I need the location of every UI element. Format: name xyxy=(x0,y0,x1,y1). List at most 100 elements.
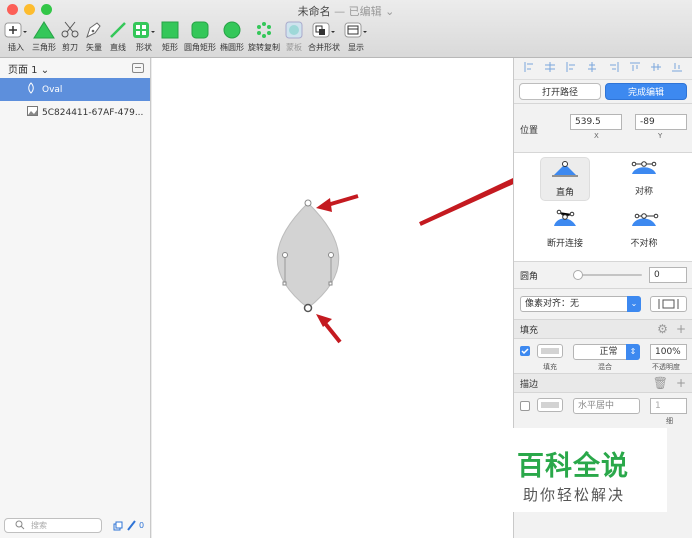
align-top-icon[interactable] xyxy=(629,62,640,75)
combine-shapes-tool[interactable]: 合并形状 xyxy=(308,20,340,56)
pen-icon xyxy=(84,20,104,40)
toolbar: 未命名 — 已编辑 ⌄ 插入 三角形 剪刀 矢量 直线 形状 矩形 圆角矩形 椭… xyxy=(0,0,692,58)
point-disconnected-icon xyxy=(550,209,580,234)
corner-slider-knob[interactable] xyxy=(573,270,583,280)
slice-brush-icon[interactable] xyxy=(126,520,136,534)
layers-sidebar: 页面 1 ⌄ Oval 5C824411-67AF-479... 搜索 0 xyxy=(0,58,151,538)
point-asymmetric[interactable]: 不对称 xyxy=(619,209,669,253)
blend-select[interactable]: 正常 ⇕ xyxy=(573,344,640,360)
x-field[interactable]: 539.5 xyxy=(570,114,622,130)
canvas-drawing xyxy=(276,174,523,344)
mask-icon xyxy=(284,20,304,40)
opacity-field[interactable]: 100% xyxy=(650,344,687,360)
pixel-align-row: 像素对齐：无 ⌄ xyxy=(514,289,692,319)
fill-header: 填充 ⚙ + xyxy=(514,319,692,339)
fill-checkbox[interactable] xyxy=(520,346,530,356)
align-bottom-icon[interactable] xyxy=(672,62,683,75)
page-selector[interactable]: 页面 1 ⌄ xyxy=(0,58,150,78)
plus-icon xyxy=(4,20,28,40)
point-straight[interactable]: 直角 xyxy=(540,157,590,201)
border-color-swatch[interactable] xyxy=(537,398,563,412)
triangle-icon xyxy=(33,20,55,40)
vector-tool[interactable]: 矢量 xyxy=(84,20,104,56)
corner-field[interactable]: 0 xyxy=(649,267,687,283)
point-disconnected[interactable]: 断开连接 xyxy=(540,209,590,253)
search-input[interactable]: 搜索 xyxy=(4,518,102,533)
shapes-tool[interactable]: 形状 xyxy=(132,20,156,56)
chevron-down-icon: ⌄ xyxy=(627,296,641,312)
shapes-icon xyxy=(132,20,156,40)
watermark-subtitle: 助你轻松解决 xyxy=(523,486,626,504)
resize-icon xyxy=(658,299,679,309)
line-tool[interactable]: 直线 xyxy=(108,20,128,56)
path-edit-buttons: 打开路径 完成编辑 xyxy=(514,80,692,103)
window-title: 未命名 — 已编辑 ⌄ xyxy=(297,5,395,18)
triangle-tool[interactable]: 三角形 xyxy=(32,20,56,56)
border-checkbox[interactable] xyxy=(520,401,530,411)
pixel-align-select[interactable]: 像素对齐：无 ⌄ xyxy=(520,296,641,312)
align-vcenter-icon[interactable] xyxy=(651,62,662,75)
resize-button[interactable] xyxy=(650,296,687,312)
border-header: 描边 🗑 + xyxy=(514,373,692,393)
point-type-section: 直角 对称 断开连接 不对称 xyxy=(514,153,692,261)
layer-row-oval[interactable]: Oval xyxy=(0,78,150,101)
y-caption: Y xyxy=(658,132,663,140)
align-right-icon[interactable] xyxy=(609,62,619,75)
fill-row: 正常 ⇕ 100% 填充 混合 不透明度 xyxy=(514,339,692,373)
oval-tool[interactable]: 椭圆形 xyxy=(220,20,244,56)
position-section: 位置 539.5 -89 X Y xyxy=(514,104,692,152)
add-border-icon[interactable]: + xyxy=(676,376,686,390)
rectangle-tool[interactable]: 矩形 xyxy=(160,20,180,56)
rotate-copy-tool[interactable]: 旋转复制 xyxy=(248,20,280,56)
corner-label: 圆角 xyxy=(520,272,539,282)
insert-tool[interactable]: 插入 xyxy=(4,20,28,56)
combine-icon xyxy=(312,20,336,40)
border-row: 水平居中 1 细 xyxy=(514,393,692,427)
point-straight-icon xyxy=(550,161,580,183)
corner-radius-row: 圆角 0 xyxy=(514,262,692,288)
align-left-edge-icon[interactable] xyxy=(566,62,576,75)
border-width-field[interactable]: 1 xyxy=(650,398,687,414)
watermark: 百科全说 助你轻松解决 xyxy=(513,428,667,512)
rounded-rectangle-icon xyxy=(190,20,210,40)
alignment-bar xyxy=(514,58,692,80)
point-mirrored[interactable]: 对称 xyxy=(619,157,669,201)
footer-count: 0 xyxy=(139,521,145,530)
border-position-select[interactable]: 水平居中 xyxy=(573,398,640,414)
view-tool[interactable]: 显示 xyxy=(344,20,368,56)
layer-row-image[interactable]: 5C824411-67AF-479... xyxy=(0,101,150,124)
oval-shape[interactable] xyxy=(276,199,340,313)
copy-icon[interactable] xyxy=(113,521,123,534)
finish-edit-button[interactable]: 完成编辑 xyxy=(605,83,687,100)
watermark-title: 百科全说 xyxy=(517,451,629,482)
point-mirrored-icon xyxy=(629,161,659,182)
rectangle-icon xyxy=(160,20,180,40)
rounded-rectangle-tool[interactable]: 圆角矩形 xyxy=(184,20,216,56)
align-hcenter-icon[interactable] xyxy=(587,62,597,75)
point-asymmetric-icon xyxy=(629,213,659,234)
oval-outline-icon xyxy=(27,82,35,97)
scissors-tool[interactable]: 剪刀 xyxy=(60,20,80,56)
position-label: 位置 xyxy=(520,126,539,136)
scissors-icon xyxy=(60,20,80,40)
page-toggle-icon[interactable] xyxy=(132,63,144,73)
open-path-button[interactable]: 打开路径 xyxy=(519,83,601,100)
fill-color-swatch[interactable] xyxy=(537,344,563,358)
view-icon xyxy=(344,20,368,40)
gear-icon[interactable]: ⚙ xyxy=(657,322,668,336)
align-center-icon[interactable] xyxy=(544,62,555,75)
corner-slider[interactable] xyxy=(576,274,642,276)
x-caption: X xyxy=(594,132,599,140)
align-left-icon[interactable] xyxy=(524,62,534,75)
add-fill-icon[interactable]: + xyxy=(676,322,686,336)
canvas[interactable] xyxy=(152,58,523,538)
search-icon xyxy=(15,520,25,534)
chevron-updown-icon: ⇕ xyxy=(626,344,640,360)
trash-icon[interactable]: 🗑 xyxy=(653,376,668,390)
rotate-copy-icon xyxy=(254,20,274,40)
y-field[interactable]: -89 xyxy=(635,114,687,130)
line-icon xyxy=(108,20,128,40)
oval-icon xyxy=(222,20,242,40)
mask-tool[interactable]: 蒙板 xyxy=(284,20,304,56)
sidebar-footer: 搜索 0 xyxy=(0,512,151,538)
